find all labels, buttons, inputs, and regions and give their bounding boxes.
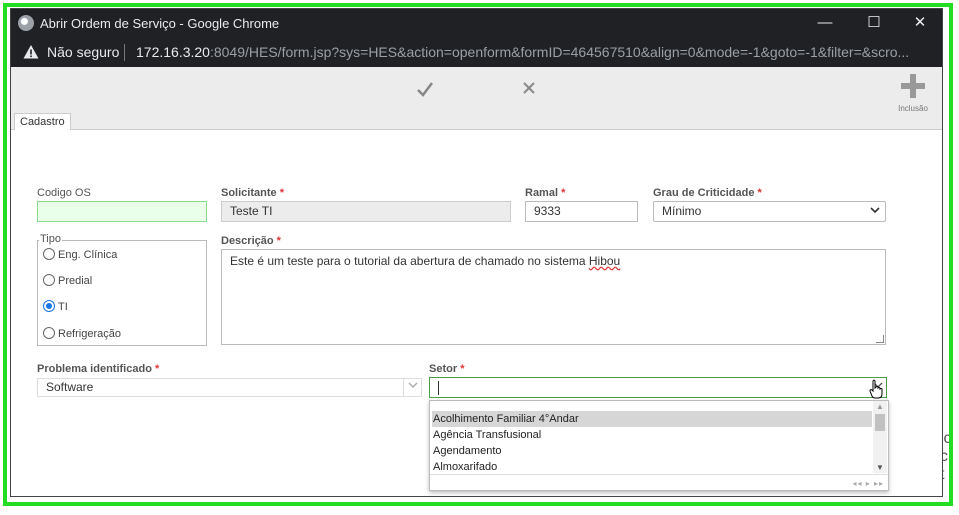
tipo-option-predial[interactable]: Predial bbox=[43, 274, 92, 287]
dropdown-scrollbar[interactable]: ▲ ▼ bbox=[873, 401, 887, 473]
chevron-down-icon bbox=[408, 382, 417, 388]
text-caret bbox=[438, 381, 439, 395]
resize-handle[interactable] bbox=[876, 335, 884, 343]
descricao-textarea[interactable]: Este é um teste para o tutorial da abert… bbox=[221, 249, 886, 345]
setor-dropdown-list: Acolhimento Familiar 4°Andar Agência Tra… bbox=[429, 400, 889, 491]
minimize-button[interactable]: — bbox=[810, 13, 840, 33]
tipo-option-ti[interactable]: TI bbox=[43, 300, 68, 313]
check-icon bbox=[417, 82, 433, 97]
tab-cadastro[interactable]: Cadastro bbox=[14, 113, 71, 131]
form-content: Codigo OS Solicitante * Teste TI Ramal *… bbox=[11, 130, 942, 496]
url-host: 172.16.3.20 bbox=[136, 44, 210, 60]
hand-cursor-icon bbox=[869, 379, 883, 399]
url-path: :8049/HES/form.jsp?sys=HES&action=openfo… bbox=[209, 44, 910, 60]
list-item[interactable]: Almoxarifado bbox=[432, 459, 872, 475]
descricao-label: Descrição * bbox=[221, 235, 281, 247]
list-item[interactable]: Agendamento bbox=[432, 443, 872, 459]
maximize-button[interactable]: ☐ bbox=[859, 13, 889, 33]
scroll-down-icon[interactable]: ▼ bbox=[876, 463, 884, 472]
descricao-text: Este é um teste para o tutorial da abert… bbox=[230, 254, 589, 268]
codigo-os-label: Codigo OS bbox=[37, 187, 91, 199]
problema-label: Problema identificado * bbox=[37, 363, 159, 375]
tab-strip: Cadastro bbox=[11, 112, 942, 131]
address-separator bbox=[124, 44, 125, 61]
descricao-misspelled-word: Hibou bbox=[588, 254, 621, 268]
radio-button[interactable] bbox=[43, 248, 55, 260]
list-item[interactable]: Agência Transfusional bbox=[432, 427, 872, 443]
add-button[interactable]: Inclusão bbox=[893, 73, 933, 113]
setor-label-text: Setor bbox=[429, 363, 458, 375]
tipo-option-label: Refrigeração bbox=[58, 328, 121, 340]
required-marker: * bbox=[561, 187, 566, 199]
tipo-option-eng-clinica[interactable]: Eng. Clínica bbox=[43, 248, 117, 261]
required-marker: * bbox=[279, 187, 284, 199]
problema-combobox[interactable]: Software bbox=[37, 378, 422, 397]
cancel-button[interactable] bbox=[522, 80, 536, 100]
dropdown-divider bbox=[430, 474, 888, 475]
tipo-option-label: TI bbox=[58, 301, 68, 313]
security-status[interactable]: Não seguro bbox=[47, 44, 119, 60]
form-toolbar: Inclusão bbox=[11, 67, 942, 113]
popup-window: Abrir Ordem de Serviço - Google Chrome —… bbox=[10, 8, 943, 497]
solicitante-label: Solicitante * bbox=[221, 187, 284, 199]
list-item[interactable]: Acolhimento Familiar 4°Andar bbox=[432, 411, 872, 427]
plus-icon bbox=[901, 74, 925, 98]
ramal-label-text: Ramal bbox=[525, 187, 559, 199]
close-window-button[interactable]: ✕ bbox=[905, 13, 935, 33]
chevron-down-icon bbox=[870, 207, 880, 214]
radio-button[interactable] bbox=[43, 274, 55, 286]
grau-criticidade-label: Grau de Criticidade * bbox=[653, 187, 762, 199]
pager-icon[interactable]: ◂◂ ▸ ▸▸ bbox=[852, 479, 884, 488]
tipo-option-refrigeracao[interactable]: Refrigeração bbox=[43, 327, 121, 340]
solicitante-field[interactable]: Teste TI bbox=[221, 201, 511, 222]
codigo-os-field[interactable] bbox=[37, 201, 207, 222]
radio-button-selected[interactable] bbox=[43, 300, 55, 312]
problema-dropdown-button[interactable] bbox=[403, 379, 421, 396]
confirm-button[interactable] bbox=[416, 80, 434, 104]
radio-button[interactable] bbox=[43, 327, 55, 339]
close-icon bbox=[523, 82, 535, 94]
required-marker: * bbox=[757, 187, 762, 199]
scrollbar-thumb[interactable] bbox=[875, 414, 885, 431]
title-bar: Abrir Ordem de Serviço - Google Chrome —… bbox=[11, 9, 942, 38]
warning-icon bbox=[23, 45, 39, 59]
required-marker: * bbox=[154, 363, 160, 375]
ramal-field[interactable]: 9333 bbox=[525, 201, 638, 222]
grau-criticidade-label-text: Grau de Criticidade bbox=[653, 187, 755, 199]
tipo-label: Tipo bbox=[39, 233, 62, 245]
solicitante-label-text: Solicitante bbox=[221, 187, 277, 199]
ramal-label: Ramal * bbox=[525, 187, 565, 199]
setor-label: Setor * bbox=[429, 363, 464, 375]
tipo-option-label: Predial bbox=[58, 275, 93, 287]
window-title: Abrir Ordem de Serviço - Google Chrome bbox=[40, 16, 280, 31]
chrome-app-icon bbox=[18, 15, 34, 31]
required-marker: * bbox=[460, 363, 465, 375]
tipo-option-label: Eng. Clínica bbox=[58, 249, 118, 261]
required-marker: * bbox=[276, 235, 281, 247]
grau-criticidade-value: Mínimo bbox=[662, 204, 702, 218]
grau-criticidade-select[interactable]: Mínimo bbox=[653, 201, 886, 222]
setor-input[interactable] bbox=[429, 377, 887, 398]
url-text[interactable]: 172.16.3.20:8049/HES/form.jsp?sys=HES&ac… bbox=[136, 44, 936, 60]
address-bar[interactable]: Não seguro 172.16.3.20:8049/HES/form.jsp… bbox=[11, 38, 942, 67]
problema-label-text: Problema identificado bbox=[37, 363, 152, 375]
scroll-up-icon[interactable]: ▲ bbox=[876, 402, 884, 411]
problema-value: Software bbox=[46, 380, 94, 394]
descricao-label-text: Descrição bbox=[221, 235, 274, 247]
